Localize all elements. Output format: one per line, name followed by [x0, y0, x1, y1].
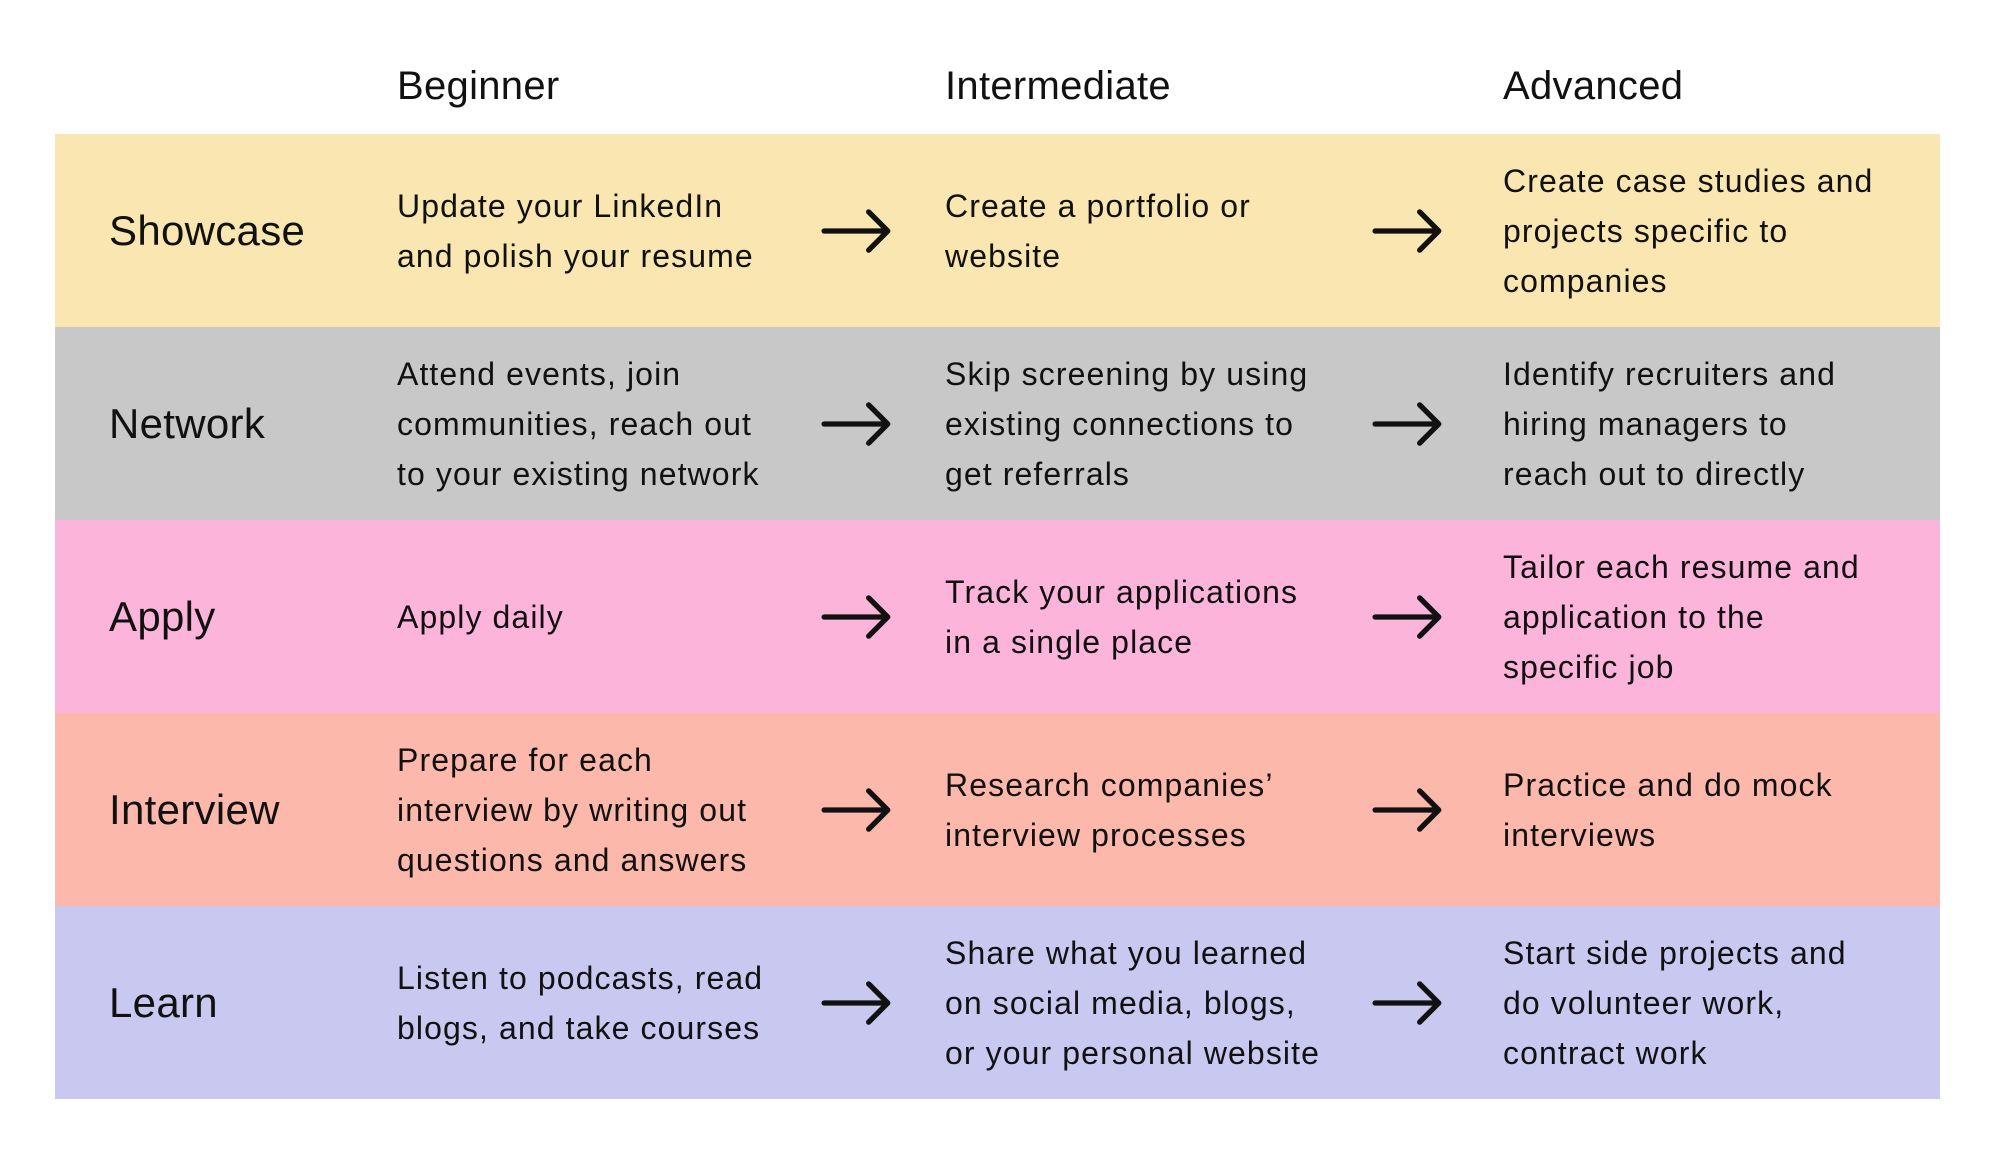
cell-text-line: Identify recruiters and: [1503, 355, 1837, 392]
right-arrow-icon: [821, 327, 892, 520]
cell-text-line: Skip screening by using: [945, 355, 1309, 392]
cell-advanced: Create case studies and projects specific…: [1503, 134, 1933, 327]
cell-beginner: Prepare for each interview by writing out…: [397, 713, 827, 906]
cell-beginner: Attend events, join communities, reach ou…: [397, 327, 827, 520]
column-header-beginner: Beginner: [397, 64, 560, 108]
right-arrow-icon: [1372, 520, 1443, 713]
cell-intermediate: Share what you learned on social media, b…: [945, 906, 1375, 1099]
cell-text-line: Create a portfolio or: [945, 187, 1251, 224]
cell-text-line: existing connections to: [945, 405, 1295, 442]
cell-text-line: Practice and do mock: [1503, 766, 1833, 803]
right-arrow-icon: [1372, 906, 1443, 1099]
cell-text-line: projects specific to: [1503, 212, 1789, 249]
cell-text-line: Create case studies and: [1503, 162, 1874, 199]
cell-text-line: application to the: [1503, 598, 1765, 635]
right-arrow-icon: [821, 906, 892, 1099]
row-label: Interview: [109, 785, 280, 833]
cell-text-line: Apply daily: [397, 598, 564, 635]
cell-text-line: Start side projects and: [1503, 934, 1847, 971]
row-label: Showcase: [109, 206, 306, 254]
cell-text-line: interview by writing out: [397, 791, 748, 828]
table-row-apply: Apply Apply daily Track your application…: [55, 520, 1940, 713]
cell-text-line: Prepare for each: [397, 741, 653, 778]
table-row-network: Network Attend events, join communities, …: [55, 327, 1940, 520]
cell-text-line: reach out to directly: [1503, 455, 1806, 492]
table-row-interview: Interview Prepare for each interview by w…: [55, 713, 1940, 906]
cell-text-line: blogs, and take courses: [397, 1009, 761, 1046]
cell-text-line: communities, reach out: [397, 405, 753, 442]
cell-text-line: do volunteer work,: [1503, 984, 1785, 1021]
cell-text-line: specific job: [1503, 648, 1675, 685]
cell-intermediate: Skip screening by using existing connecti…: [945, 327, 1375, 520]
cell-advanced: Identify recruiters and hiring managers t…: [1503, 327, 1933, 520]
column-header-intermediate: Intermediate: [945, 64, 1171, 108]
cell-text-line: interviews: [1503, 816, 1657, 853]
cell-text-line: Research companies’: [945, 766, 1274, 803]
cell-text-line: website: [945, 237, 1062, 274]
cell-text-line: Attend events, join: [397, 355, 682, 392]
right-arrow-icon: [821, 134, 892, 327]
cell-beginner: Update your LinkedIn and polish your resu…: [397, 134, 827, 327]
cell-intermediate: Track your applications in a single place: [945, 520, 1375, 713]
cell-text-line: in a single place: [945, 623, 1194, 660]
right-arrow-icon: [821, 713, 892, 906]
cell-text-line: hiring managers to: [1503, 405, 1788, 442]
cell-advanced: Practice and do mock interviews: [1503, 713, 1933, 906]
cell-text-line: interview processes: [945, 816, 1247, 853]
cell-text-line: companies: [1503, 262, 1668, 299]
cell-text-line: get referrals: [945, 455, 1131, 492]
career-progression-table: Showcase Update your LinkedIn and polish …: [55, 134, 1940, 1099]
cell-advanced: Tailor each resume and application to the…: [1503, 520, 1933, 713]
row-label: Network: [109, 399, 266, 447]
cell-text-line: on social media, blogs,: [945, 984, 1296, 1021]
right-arrow-icon: [1372, 327, 1443, 520]
cell-text-line: or your personal website: [945, 1034, 1321, 1071]
cell-text-line: questions and answers: [397, 841, 748, 878]
row-label: Learn: [109, 978, 218, 1026]
cell-text-line: Update your LinkedIn: [397, 187, 724, 224]
cell-text-line: Listen to podcasts, read: [397, 959, 764, 996]
cell-beginner: Apply daily: [397, 520, 827, 713]
table-row-learn: Learn Listen to podcasts, read blogs, and…: [55, 906, 1940, 1099]
cell-advanced: Start side projects and do volunteer work…: [1503, 906, 1933, 1099]
cell-text-line: Track your applications: [945, 573, 1299, 610]
cell-intermediate: Create a portfolio or website: [945, 134, 1375, 327]
right-arrow-icon: [821, 520, 892, 713]
right-arrow-icon: [1372, 713, 1443, 906]
cell-intermediate: Research companies’ interview processes: [945, 713, 1375, 906]
cell-text-line: to your existing network: [397, 455, 760, 492]
cell-text-line: contract work: [1503, 1034, 1708, 1071]
table-row-showcase: Showcase Update your LinkedIn and polish …: [55, 134, 1940, 327]
cell-text-line: Share what you learned: [945, 934, 1308, 971]
cell-text-line: Tailor each resume and: [1503, 548, 1860, 585]
cell-beginner: Listen to podcasts, read blogs, and take …: [397, 906, 827, 1099]
row-label: Apply: [109, 592, 216, 640]
column-header-advanced: Advanced: [1503, 64, 1684, 108]
cell-text-line: and polish your resume: [397, 237, 754, 274]
right-arrow-icon: [1372, 134, 1443, 327]
